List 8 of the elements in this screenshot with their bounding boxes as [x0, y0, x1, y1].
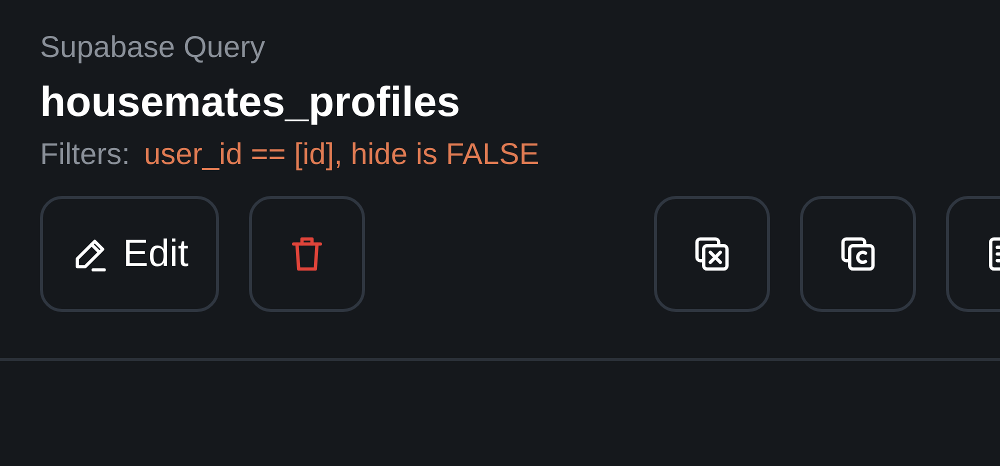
- edit-button[interactable]: Edit: [40, 196, 220, 312]
- copy-button[interactable]: [800, 196, 916, 312]
- variable-button[interactable]: [654, 196, 770, 312]
- filters-value: user_id == [id], hide is FALSE: [144, 138, 540, 172]
- delete-button[interactable]: [249, 196, 366, 312]
- table-title: housemates_profiles: [40, 77, 462, 127]
- filters-label: Filters:: [40, 138, 130, 172]
- section-label: Supabase Query: [40, 30, 266, 66]
